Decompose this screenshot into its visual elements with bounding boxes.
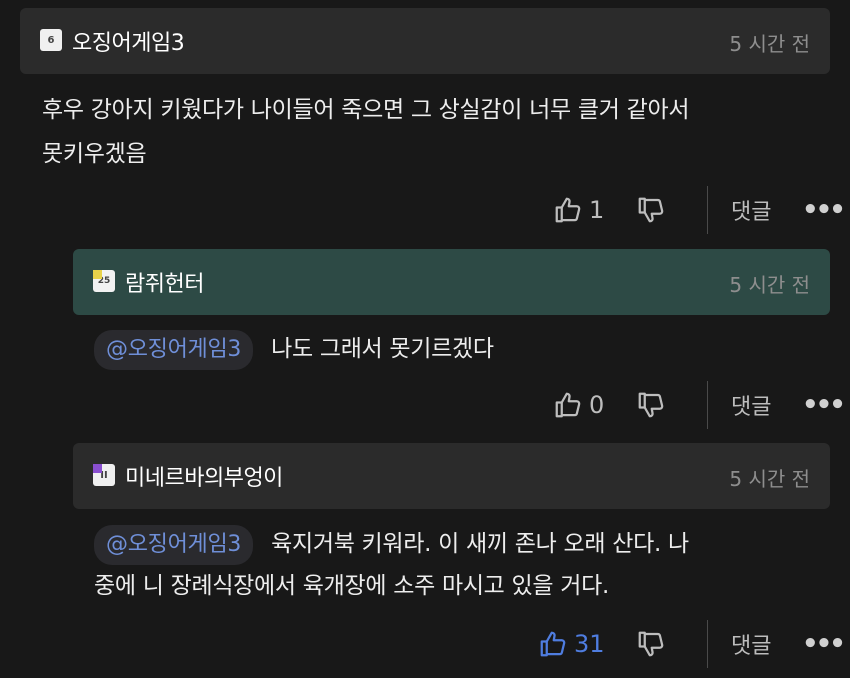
username[interactable]: 오징어게임3: [72, 25, 185, 57]
comment-text-line: 못키우겠음: [42, 141, 147, 167]
comment-text: 후우 강아지 키웠다가 나이들어 죽으면 그 상실감이 너무 클거 같아서 못키…: [42, 88, 832, 176]
thumbs-up-icon: [555, 197, 581, 223]
like-button[interactable]: 31: [538, 620, 605, 668]
like-count: 1: [589, 196, 605, 224]
divider: [707, 381, 708, 429]
avatar-label: 6: [47, 34, 55, 46]
dislike-button[interactable]: [636, 186, 666, 234]
reply-button[interactable]: 댓글: [731, 381, 771, 429]
thumbs-down-icon: [638, 631, 664, 657]
reply-header: 25 람쥐헌터 5 시간 전: [73, 249, 830, 315]
comment-header: 6 오징어게임3 5 시간 전: [20, 8, 830, 74]
timestamp: 5 시간 전: [729, 273, 810, 297]
timestamp: 5 시간 전: [729, 467, 810, 491]
reply-actions: 31 댓글 •••: [0, 620, 850, 668]
user-avatar[interactable]: 25: [93, 270, 115, 292]
thumbs-up-icon: [540, 631, 566, 657]
thumbs-down-icon: [638, 197, 664, 223]
mention-tag[interactable]: @오징어게임3: [94, 330, 254, 370]
like-count: 0: [589, 391, 605, 419]
more-icon[interactable]: •••: [802, 381, 846, 429]
avatar-badge: [93, 270, 102, 279]
comment-actions: 1 댓글 •••: [0, 186, 850, 234]
dislike-button[interactable]: [636, 620, 666, 668]
user-avatar[interactable]: II: [93, 464, 115, 486]
reply-button[interactable]: 댓글: [731, 186, 771, 234]
comment-text-line: 후우 강아지 키웠다가 나이들어 죽으면 그 상실감이 너무 클거 같아서: [42, 97, 690, 123]
username[interactable]: 미네르바의부엉이: [125, 460, 283, 492]
divider: [707, 186, 708, 234]
dislike-button[interactable]: [636, 381, 666, 429]
username[interactable]: 람쥐헌터: [125, 266, 204, 298]
mention-tag[interactable]: @오징어게임3: [94, 525, 254, 565]
reply-body: 나도 그래서 못기르겠다: [271, 336, 494, 362]
like-count: 31: [574, 630, 605, 658]
more-icon[interactable]: •••: [802, 620, 846, 668]
like-button[interactable]: 0: [553, 381, 604, 429]
user-avatar[interactable]: 6: [40, 29, 62, 51]
like-button[interactable]: 1: [553, 186, 604, 234]
thumbs-down-icon: [638, 392, 664, 418]
timestamp: 5 시간 전: [729, 32, 810, 56]
reply-body-line: 중에 니 장례식장에서 육개장에 소주 마시고 있을 거다.: [94, 573, 610, 599]
reply-header: II 미네르바의부엉이 5 시간 전: [73, 443, 830, 509]
reply-actions: 0 댓글 •••: [0, 381, 850, 429]
more-icon[interactable]: •••: [802, 186, 846, 234]
reply-button[interactable]: 댓글: [731, 620, 771, 668]
reply-body-line: 육지거북 키워라. 이 새끼 존나 오래 산다. 나: [271, 531, 689, 557]
reply-text: @오징어게임3 나도 그래서 못기르겠다: [94, 327, 814, 371]
reply-text: @오징어게임3 육지거북 키워라. 이 새끼 존나 오래 산다. 나 중에 니 장…: [94, 522, 834, 608]
thumbs-up-icon: [555, 392, 581, 418]
divider: [707, 620, 708, 668]
avatar-badge: [93, 464, 102, 473]
